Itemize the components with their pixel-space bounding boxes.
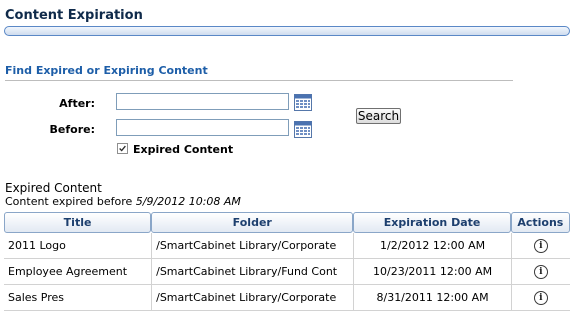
- search-button[interactable]: Search: [356, 108, 401, 124]
- cell-expiration-date: 8/31/2011 12:00 AM: [353, 285, 511, 311]
- cell-actions: i: [510, 285, 570, 311]
- info-icon[interactable]: i: [533, 239, 548, 253]
- table-row: Sales Pres /SmartCabinet Library/Corpora…: [4, 285, 570, 311]
- cell-title: Sales Pres: [4, 285, 152, 311]
- cell-folder: /SmartCabinet Library/Corporate: [151, 233, 354, 259]
- results-subtitle: Content expired before 5/9/2012 10:08 AM: [5, 195, 241, 208]
- title-bar-divider: [4, 26, 570, 36]
- info-icon[interactable]: i: [533, 265, 548, 279]
- column-header-folder[interactable]: Folder: [151, 212, 354, 233]
- section-divider: [5, 80, 513, 81]
- column-header-title[interactable]: Title: [4, 212, 152, 233]
- results-heading: Expired Content: [5, 181, 102, 195]
- expired-content-checkbox[interactable]: [117, 143, 128, 154]
- before-date-input[interactable]: [116, 119, 289, 136]
- calendar-icon[interactable]: [294, 94, 312, 111]
- cell-title: 2011 Logo: [4, 233, 152, 259]
- column-header-actions: Actions: [510, 212, 570, 233]
- after-label: After:: [59, 97, 95, 110]
- page-title: Content Expiration: [5, 8, 143, 23]
- cell-actions: i: [510, 233, 570, 259]
- results-subtitle-date: 5/9/2012 10:08 AM: [135, 195, 241, 208]
- cell-folder: /SmartCabinet Library/Fund Cont: [151, 259, 354, 285]
- before-label: Before:: [49, 123, 95, 136]
- column-header-expiration-date[interactable]: Expiration Date: [353, 212, 511, 233]
- table-row: Employee Agreement /SmartCabinet Library…: [4, 259, 570, 285]
- expired-content-checkbox-label[interactable]: Expired Content: [133, 143, 233, 156]
- table-header-row: Title Folder Expiration Date Actions: [4, 212, 570, 233]
- calendar-icon[interactable]: [294, 121, 312, 138]
- table-row: 2011 Logo /SmartCabinet Library/Corporat…: [4, 233, 570, 259]
- cell-expiration-date: 1/2/2012 12:00 AM: [353, 233, 511, 259]
- results-subtitle-prefix: Content expired before: [5, 195, 133, 208]
- expired-content-table: Title Folder Expiration Date Actions 201…: [4, 212, 570, 311]
- cell-folder: /SmartCabinet Library/Corporate: [151, 285, 354, 311]
- search-section-heading: Find Expired or Expiring Content: [5, 64, 208, 77]
- cell-actions: i: [510, 259, 570, 285]
- info-icon[interactable]: i: [533, 291, 548, 305]
- after-date-input[interactable]: [116, 93, 289, 110]
- cell-title: Employee Agreement: [4, 259, 152, 285]
- cell-expiration-date: 10/23/2011 12:00 AM: [353, 259, 511, 285]
